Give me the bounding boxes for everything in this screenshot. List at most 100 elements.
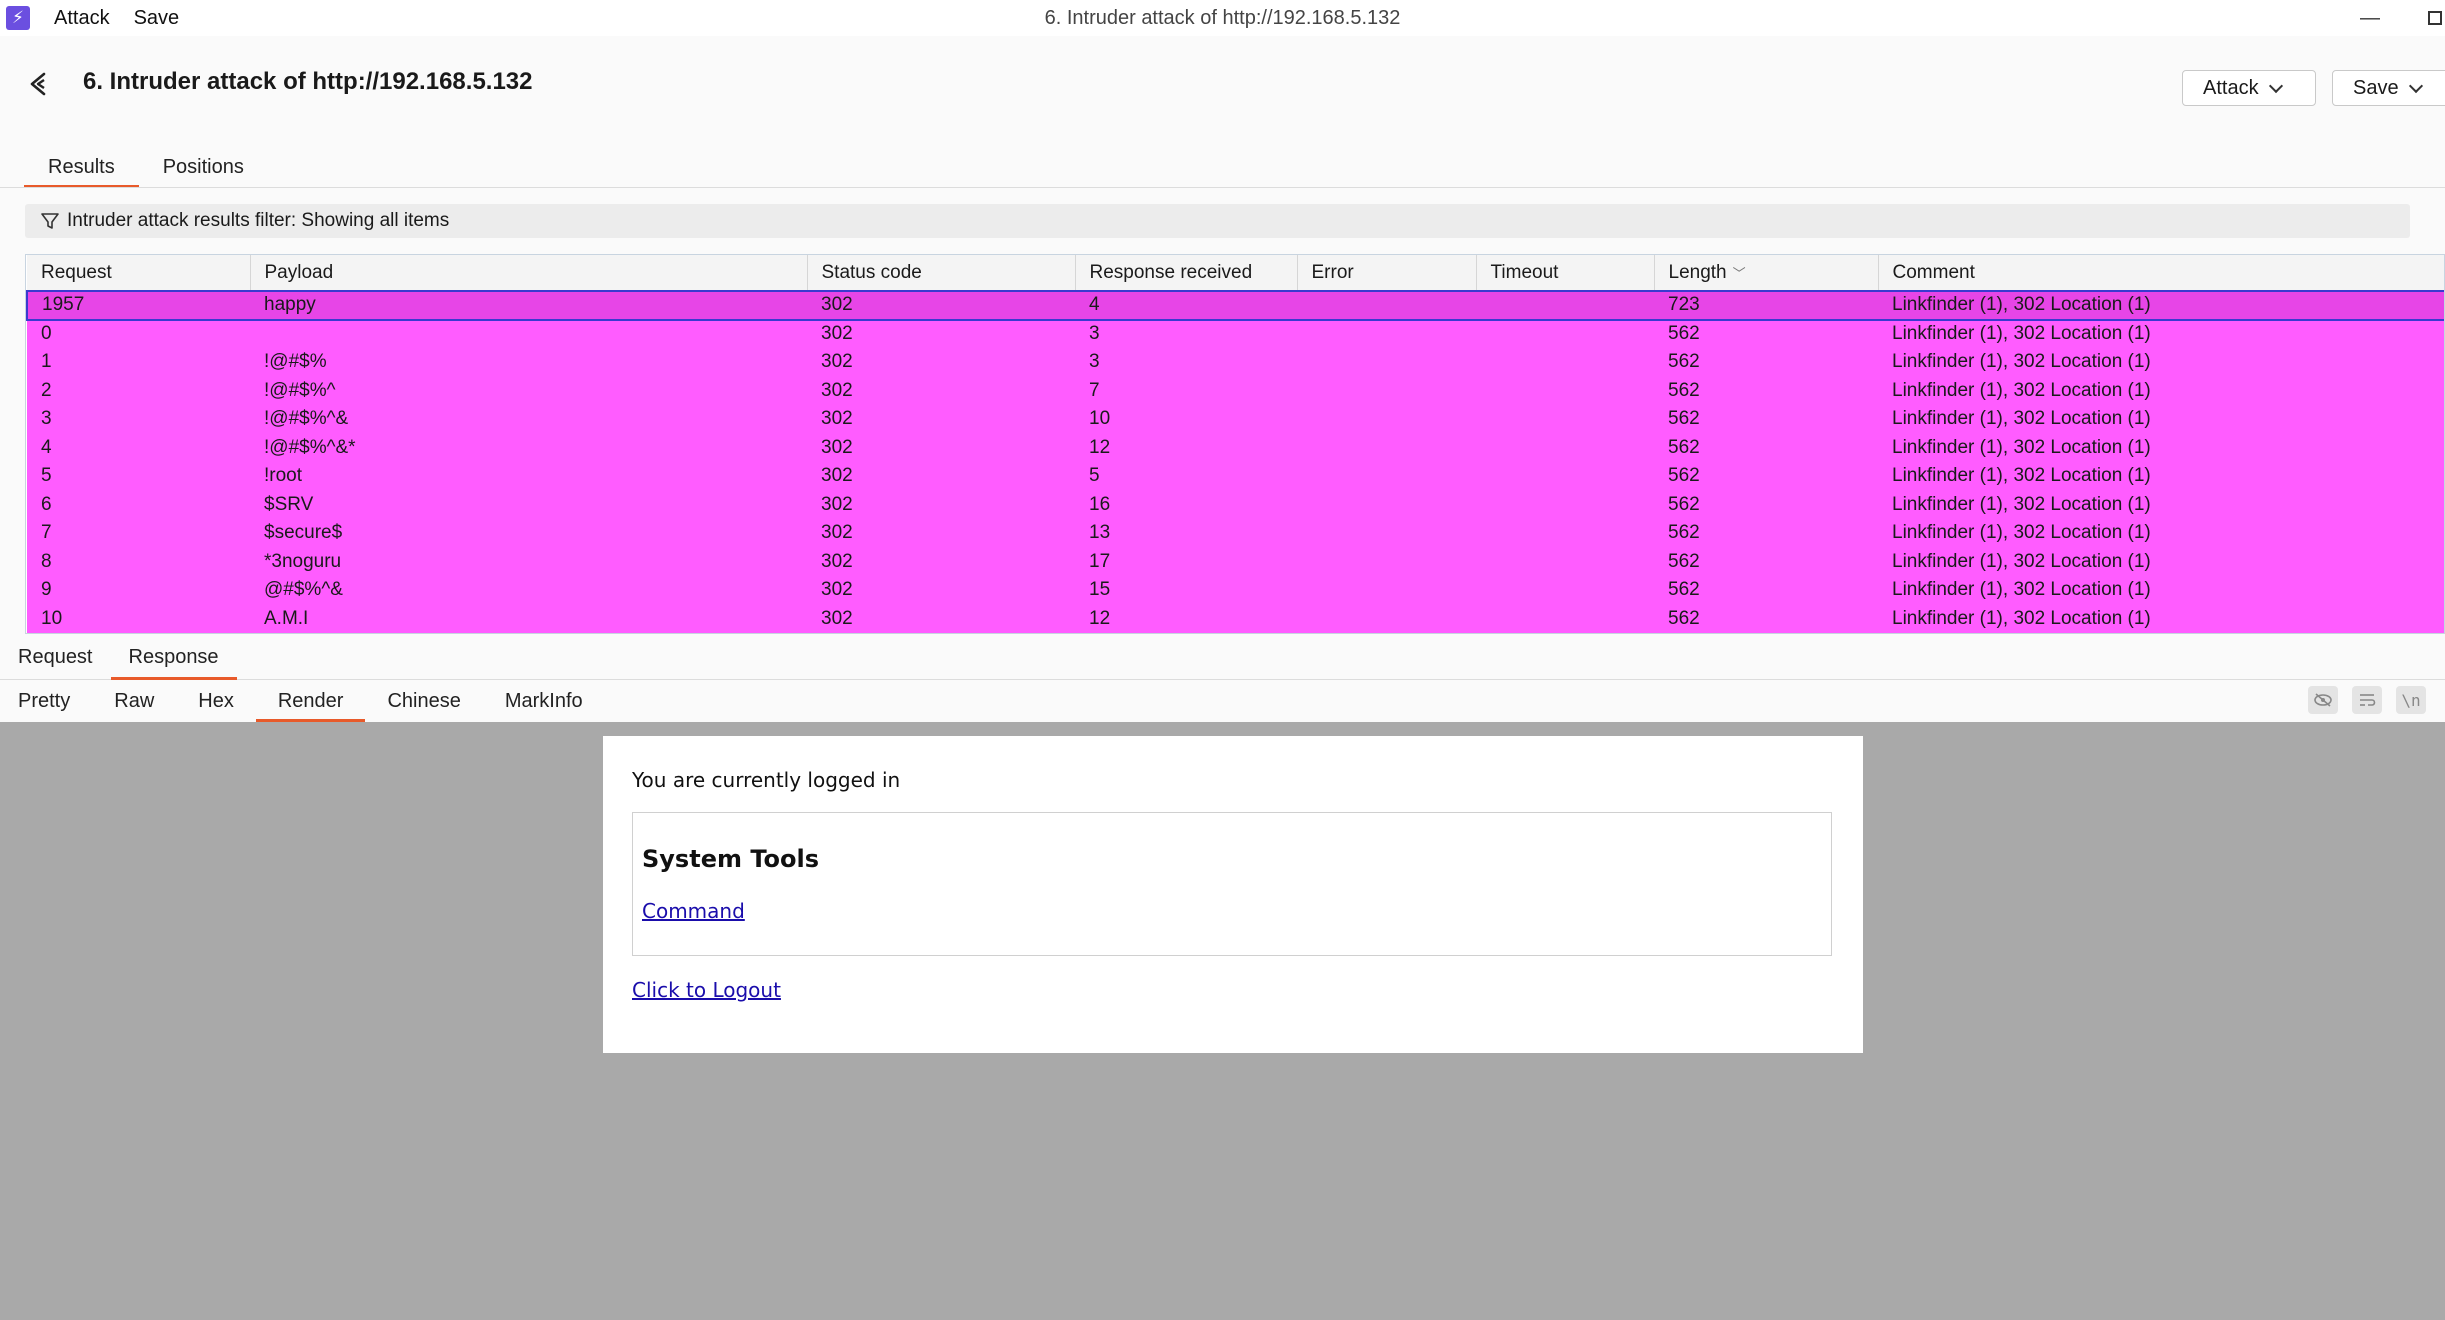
cell-request: 6 <box>27 490 250 519</box>
cell-request: 8 <box>27 547 250 576</box>
cell-timeout <box>1476 348 1654 377</box>
maximize-button[interactable] <box>2415 0 2445 36</box>
cell-payload: !@#$%^&* <box>250 433 807 462</box>
tab-request[interactable]: Request <box>0 638 111 679</box>
cell-request: 4 <box>27 433 250 462</box>
tab-chinese[interactable]: Chinese <box>365 682 482 722</box>
cell-request: 7 <box>27 519 250 548</box>
cell-status-code: 302 <box>807 319 1075 348</box>
table-row[interactable]: 1 !@#$% 302 3 562 Linkfinder (1), 302 Locatio… <box>27 348 2444 377</box>
tab-response[interactable]: Response <box>110 638 237 680</box>
cell-comment: Linkfinder (1), 302 Location (1) <box>1878 519 2444 548</box>
cell-status-code: 302 <box>807 576 1075 605</box>
cell-request: 1 <box>27 348 250 377</box>
table-row[interactable]: 8 *3noguru 302 17 562 Linkfinder (1), 302 Loc… <box>27 547 2444 576</box>
system-tools-heading: System Tools <box>642 845 819 873</box>
cell-timeout <box>1476 462 1654 491</box>
cell-error <box>1297 490 1476 519</box>
results-filter-bar[interactable]: Intruder attack results filter: Showing … <box>25 204 2410 238</box>
table-row[interactable]: 5 !root 302 5 562 Linkfinder (1), 302 Locatio… <box>27 462 2444 491</box>
cell-response-received: 12 <box>1075 604 1297 633</box>
tab-positions[interactable]: Positions <box>139 150 268 188</box>
col-header-timeout[interactable]: Timeout <box>1476 255 1655 292</box>
tab-markinfo[interactable]: MarkInfo <box>483 682 605 722</box>
col-header-comment[interactable]: Comment <box>1878 255 2444 292</box>
cell-response-received: 15 <box>1075 576 1297 605</box>
cell-response-received: 13 <box>1075 519 1297 548</box>
chevron-down-icon <box>2408 78 2423 93</box>
maximize-icon <box>2428 11 2442 25</box>
save-dropdown-button[interactable]: Save <box>2332 70 2445 106</box>
cell-payload: !@#$%^& <box>250 405 807 434</box>
cell-timeout <box>1476 319 1654 348</box>
hide-icon[interactable] <box>2308 686 2338 714</box>
table-row[interactable]: 7 $secure$ 302 13 562 Linkfinder (1), 302 Loc… <box>27 519 2444 548</box>
cell-status-code: 302 <box>807 547 1075 576</box>
attack-dropdown-button[interactable]: Attack <box>2182 70 2316 106</box>
wrap-lines-button[interactable] <box>2352 686 2382 714</box>
col-header-response-received[interactable]: Response received <box>1075 255 1298 292</box>
app-logo-icon: ⚡ <box>6 6 30 30</box>
cell-request: 9 <box>27 576 250 605</box>
tab-pretty[interactable]: Pretty <box>0 682 92 722</box>
cell-status-code: 302 <box>807 433 1075 462</box>
table-row[interactable]: 1957 happy 302 4 723 Linkfinder (1), 302 Loca… <box>26 290 2444 321</box>
minimize-button[interactable]: — <box>2350 0 2390 36</box>
col-header-request[interactable]: Request <box>27 255 251 292</box>
tab-render[interactable]: Render <box>255 682 366 722</box>
cell-length: 562 <box>1654 376 1878 405</box>
menu-attack[interactable]: Attack <box>54 7 110 30</box>
cell-response-received: 12 <box>1075 433 1297 462</box>
cell-length: 562 <box>1654 405 1878 434</box>
cell-timeout <box>1476 433 1654 462</box>
command-link[interactable]: Command <box>642 899 745 923</box>
tab-results[interactable]: Results <box>24 150 139 188</box>
cell-request: 2 <box>27 376 250 405</box>
col-header-status-code[interactable]: Status code <box>807 255 1076 292</box>
cell-request: 0 <box>27 319 250 348</box>
cell-error <box>1297 547 1476 576</box>
results-table: Request Payload Status code Response rec… <box>25 254 2445 634</box>
table-row[interactable]: 3 !@#$%^& 302 10 562 Linkfinder (1), 302 Loca… <box>27 405 2444 434</box>
cell-request: 5 <box>27 462 250 491</box>
table-row[interactable]: 4 !@#$%^&* 302 12 562 Linkfinder (1), 302 Loc… <box>27 433 2444 462</box>
cell-response-received: 3 <box>1075 319 1297 348</box>
attack-button-label: Attack <box>2203 76 2259 99</box>
back-arrow-icon[interactable] <box>24 68 56 100</box>
cell-request: 10 <box>27 604 250 633</box>
cell-length: 562 <box>1654 433 1878 462</box>
tab-hex[interactable]: Hex <box>176 682 256 722</box>
table-row[interactable]: 2 !@#$%^ 302 7 562 Linkfinder (1), 302 Locati… <box>27 376 2444 405</box>
cell-error <box>1297 348 1476 377</box>
tab-raw[interactable]: Raw <box>92 682 176 722</box>
table-row[interactable]: 10 A.M.I 302 12 562 Linkfinder (1), 302 Locat… <box>27 604 2444 633</box>
cell-error <box>1297 576 1476 605</box>
menu-save[interactable]: Save <box>134 7 180 30</box>
cell-response-received: 17 <box>1075 547 1297 576</box>
view-toolbar: \n <box>2308 686 2426 716</box>
cell-comment: Linkfinder (1), 302 Location (1) <box>1878 319 2444 348</box>
chevron-down-icon <box>2268 78 2283 93</box>
cell-length: 562 <box>1654 462 1878 491</box>
cell-length: 562 <box>1654 519 1878 548</box>
col-header-payload[interactable]: Payload <box>250 255 808 292</box>
cell-timeout <box>1476 576 1654 605</box>
view-mode-tabs: Pretty Raw Hex Render Chinese MarkInfo <box>0 682 2445 722</box>
cell-comment: Linkfinder (1), 302 Location (1) <box>1878 348 2444 377</box>
col-header-error[interactable]: Error <box>1297 255 1477 292</box>
cell-status-code: 302 <box>807 376 1075 405</box>
table-row[interactable]: 9 @#$%^& 302 15 562 Linkfinder (1), 302 Locat… <box>27 576 2444 605</box>
cell-payload: $secure$ <box>250 519 807 548</box>
cell-error <box>1297 290 1476 321</box>
message-tabs: Request Response <box>0 638 2445 680</box>
logout-link[interactable]: Click to Logout <box>632 978 781 1002</box>
more-options-icon[interactable]: ⋮ <box>2436 206 2445 236</box>
col-header-length[interactable]: Length ﹀ <box>1654 255 1879 292</box>
cell-status-code: 302 <box>807 290 1075 321</box>
cell-comment: Linkfinder (1), 302 Location (1) <box>1878 576 2444 605</box>
cell-response-received: 7 <box>1075 376 1297 405</box>
table-row[interactable]: 6 $SRV 302 16 562 Linkfinder (1), 302 Locatio… <box>27 490 2444 519</box>
table-row[interactable]: 0 302 3 562 Linkfinder (1), 302 Location (1) <box>27 319 2444 348</box>
newline-toggle-button[interactable]: \n <box>2396 686 2426 714</box>
cell-response-received: 16 <box>1075 490 1297 519</box>
